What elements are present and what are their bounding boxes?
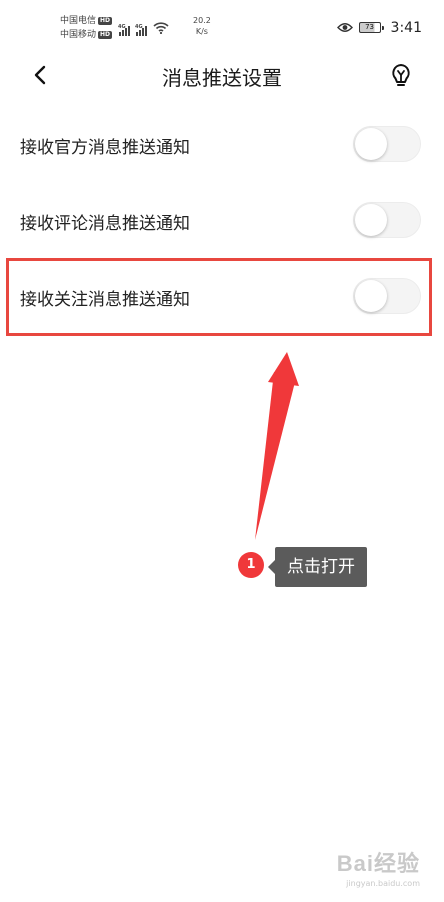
hd-badge-2: HD	[98, 31, 113, 39]
clock: 3:41	[390, 19, 422, 36]
status-right: 73 3:41	[336, 18, 422, 37]
lightbulb-icon	[392, 64, 410, 86]
arrow-shaft	[255, 372, 295, 540]
net-speed: 20.2 K/s	[193, 15, 211, 37]
toggle-knob	[355, 204, 387, 236]
carrier-name-1: 中国电信	[60, 16, 97, 26]
toggle-knob	[355, 280, 387, 312]
setting-row-follow: 接收关注消息推送通知	[0, 258, 444, 334]
status-bar: 中国电信 HD 中国移动 HD 4G 4G 20.2 K/s 73 3:41	[0, 0, 444, 46]
wifi-icon	[153, 19, 169, 38]
net-speed-value: 20.2	[193, 16, 211, 25]
carrier-name-2: 中国移动	[60, 30, 97, 40]
carrier-info: 中国电信 HD 中国移动 HD	[60, 14, 113, 42]
header: 消息推送设置	[0, 52, 444, 98]
network-type-label-2: 4G	[135, 24, 143, 30]
toggle-comment-push[interactable]	[353, 202, 421, 238]
setting-label-comment: 接收评论消息推送通知	[20, 214, 190, 234]
instruction-tooltip: 点击打开	[268, 547, 367, 587]
watermark-logo-text: Bai经验	[336, 851, 420, 876]
setting-row-official: 接收官方消息推送通知	[0, 106, 444, 182]
setting-row-comment: 接收评论消息推送通知	[0, 182, 444, 258]
hd-badge-1: HD	[98, 17, 113, 25]
signal-group: 4G 4G	[118, 17, 169, 38]
toggle-follow-push[interactable]	[353, 278, 421, 314]
step-badge: 1	[238, 552, 264, 578]
watermark-logo: Bai经验	[337, 846, 420, 878]
settings-list: 接收官方消息推送通知 接收评论消息推送通知 接收关注消息推送通知	[0, 106, 444, 334]
net-speed-unit: K/s	[195, 27, 208, 36]
signal-icon: 4G	[118, 24, 130, 36]
toggle-knob	[355, 128, 387, 160]
eye-icon	[336, 18, 353, 37]
watermark: Bai经验 jingyan.baidu.com	[337, 846, 420, 888]
battery-level: 73	[365, 23, 374, 31]
toggle-official-push[interactable]	[353, 126, 421, 162]
setting-label-follow: 接收关注消息推送通知	[20, 290, 190, 310]
lightbulb-button[interactable]	[386, 60, 416, 90]
battery-icon: 73	[358, 22, 384, 33]
watermark-url: jingyan.baidu.com	[346, 879, 420, 888]
network-type-label-1: 4G	[118, 24, 126, 30]
arrow-head	[268, 352, 299, 386]
signal-icon: 4G	[135, 24, 147, 36]
setting-label-official: 接收官方消息推送通知	[20, 138, 190, 158]
page-title: 消息推送设置	[162, 66, 282, 90]
